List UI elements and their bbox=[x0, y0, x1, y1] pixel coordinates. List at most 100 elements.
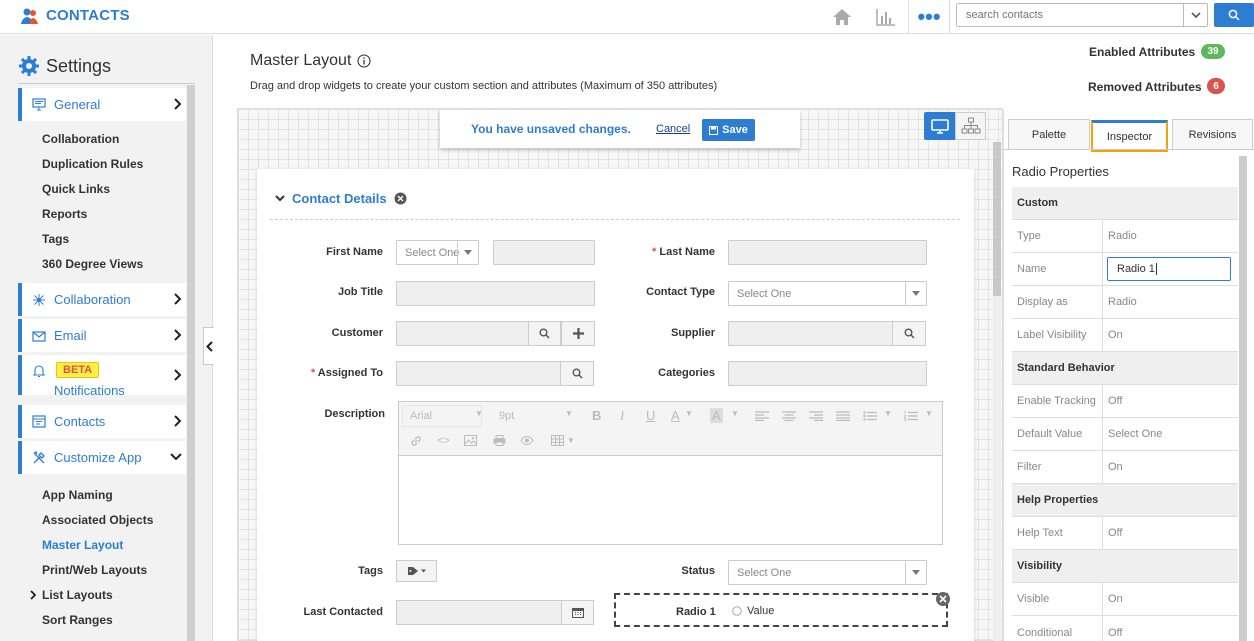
bold-icon[interactable]: B bbox=[592, 408, 601, 423]
code-icon[interactable]: <> bbox=[437, 435, 450, 447]
tags-dropdown-button[interactable] bbox=[396, 560, 437, 582]
underline-icon[interactable]: U bbox=[646, 408, 655, 423]
removed-attributes-label[interactable]: Removed Attributes bbox=[1088, 80, 1202, 94]
customer-add-button[interactable] bbox=[561, 321, 595, 346]
remove-widget-icon[interactable] bbox=[936, 592, 950, 606]
table-icon[interactable] bbox=[551, 435, 564, 446]
date-picker-button[interactable] bbox=[561, 600, 594, 625]
sidebar-sub-reports[interactable]: Reports bbox=[42, 207, 87, 221]
numbered-list-dropdown-icon[interactable]: ▼ bbox=[925, 409, 933, 418]
supplier-search-button[interactable] bbox=[892, 321, 926, 346]
prop-row-name[interactable]: Name Radio 1 bbox=[1012, 253, 1238, 286]
search-dropdown-icon[interactable] bbox=[1183, 4, 1207, 26]
sidebar-item-notifications[interactable]: BETA Notifications bbox=[18, 355, 186, 398]
font-family-dropdown-icon[interactable]: ▼ bbox=[475, 409, 483, 418]
align-right-icon[interactable] bbox=[809, 411, 823, 421]
supplier-input[interactable] bbox=[728, 321, 893, 346]
categories-input[interactable] bbox=[728, 361, 927, 386]
app-title[interactable]: CONTACTS bbox=[46, 7, 130, 24]
desktop-view-button[interactable] bbox=[924, 112, 955, 140]
sidebar-collapse-button[interactable] bbox=[203, 327, 214, 365]
sidebar-sub-app-naming[interactable]: App Naming bbox=[42, 488, 113, 502]
name-input[interactable]: Radio 1 bbox=[1107, 257, 1231, 281]
numbered-list-icon[interactable] bbox=[904, 411, 918, 421]
sidebar-sub-associated-objects[interactable]: Associated Objects bbox=[42, 513, 153, 527]
sidebar-sub-master-layout[interactable]: Master Layout bbox=[42, 538, 123, 552]
table-dropdown-icon[interactable]: ▼ bbox=[567, 436, 575, 445]
save-button[interactable]: Save bbox=[702, 119, 755, 141]
print-icon[interactable] bbox=[493, 435, 506, 446]
sidebar-sub-collaboration[interactable]: Collaboration bbox=[42, 132, 119, 146]
image-icon[interactable] bbox=[464, 435, 477, 446]
last-contacted-input[interactable] bbox=[396, 600, 562, 625]
customer-search-button[interactable] bbox=[528, 321, 561, 346]
prop-row-filter[interactable]: Filter On bbox=[1012, 451, 1238, 484]
sidebar-sub-list-layouts[interactable]: List Layouts bbox=[42, 588, 113, 602]
sidebar-sub-sort-ranges[interactable]: Sort Ranges bbox=[42, 613, 113, 627]
preview-eye-icon[interactable] bbox=[520, 436, 534, 445]
tab-palette[interactable]: Palette bbox=[1008, 119, 1090, 149]
align-justify-icon[interactable] bbox=[836, 411, 850, 421]
customer-input[interactable] bbox=[396, 321, 529, 346]
sidebar-item-contacts[interactable]: Contacts bbox=[18, 405, 186, 438]
highlight-color-icon[interactable]: A bbox=[710, 408, 723, 423]
bullet-list-dropdown-icon[interactable]: ▼ bbox=[884, 409, 892, 418]
radio-option[interactable]: Value bbox=[732, 605, 774, 617]
sidebar-item-general[interactable]: General bbox=[18, 88, 186, 121]
font-family-select[interactable]: Arial bbox=[410, 410, 432, 422]
text-color-icon[interactable]: A bbox=[671, 408, 680, 423]
prop-row-label-visibility[interactable]: Label Visibility On bbox=[1012, 319, 1238, 352]
first-name-salutation-select[interactable]: Select One bbox=[396, 240, 479, 265]
prop-row-display-as[interactable]: Display as Radio bbox=[1012, 286, 1238, 319]
panel-scrollbar[interactable] bbox=[1239, 156, 1247, 641]
font-size-select[interactable]: 9pt bbox=[499, 410, 514, 422]
contact-type-select[interactable]: Select One bbox=[728, 281, 927, 306]
text-color-dropdown-icon[interactable]: ▼ bbox=[685, 409, 693, 418]
sidebar-sub-tags[interactable]: Tags bbox=[42, 232, 69, 246]
assigned-to-search-button[interactable] bbox=[560, 361, 594, 386]
remove-section-icon[interactable] bbox=[394, 192, 407, 205]
canvas-scrollbar-thumb[interactable] bbox=[993, 142, 1001, 296]
home-icon[interactable] bbox=[822, 0, 862, 34]
tab-inspector[interactable]: Inspector bbox=[1091, 120, 1168, 152]
sidebar-sub-360-views[interactable]: 360 Degree Views bbox=[42, 257, 143, 271]
job-title-input[interactable] bbox=[396, 281, 595, 306]
enabled-count-badge[interactable]: 39 bbox=[1201, 44, 1225, 59]
assigned-to-input[interactable] bbox=[396, 361, 561, 386]
search-input[interactable] bbox=[957, 4, 1183, 26]
sidebar-sub-duplication-rules[interactable]: Duplication Rules bbox=[42, 157, 143, 171]
first-name-input[interactable] bbox=[493, 240, 595, 265]
last-name-input[interactable] bbox=[728, 240, 927, 265]
prop-row-visible[interactable]: Visible On bbox=[1012, 583, 1238, 616]
bullet-list-icon[interactable] bbox=[863, 411, 877, 421]
enabled-attributes-label[interactable]: Enabled Attributes bbox=[1089, 45, 1195, 59]
link-icon[interactable] bbox=[410, 435, 422, 447]
prop-row-conditional[interactable]: Conditional Off bbox=[1012, 616, 1238, 641]
description-rich-text-editor[interactable]: Arial ▼ 9pt ▼ B I U A ▼ A ▼ ▼ ▼ <> ▼ bbox=[398, 401, 943, 545]
align-center-icon[interactable] bbox=[782, 411, 796, 421]
removed-count-badge[interactable]: 6 bbox=[1207, 78, 1225, 94]
status-select[interactable]: Select One bbox=[728, 560, 927, 585]
highlight-dropdown-icon[interactable]: ▼ bbox=[731, 409, 739, 418]
sidebar-scrollbar[interactable] bbox=[187, 85, 195, 641]
radio-widget-selected[interactable]: Radio 1 Value bbox=[614, 593, 948, 627]
search-button[interactable] bbox=[1214, 3, 1254, 27]
prop-row-enable-tracking[interactable]: Enable Tracking Off bbox=[1012, 385, 1238, 418]
prop-row-type[interactable]: Type Radio bbox=[1012, 220, 1238, 253]
tab-revisions[interactable]: Revisions bbox=[1172, 119, 1253, 149]
sidebar-item-collaboration[interactable]: Collaboration bbox=[18, 283, 186, 316]
sidebar-sub-print-web-layouts[interactable]: Print/Web Layouts bbox=[42, 563, 147, 577]
prop-row-default-value[interactable]: Default Value Select One bbox=[1012, 418, 1238, 451]
italic-icon[interactable]: I bbox=[620, 408, 624, 424]
info-icon[interactable] bbox=[357, 54, 371, 68]
cancel-link[interactable]: Cancel bbox=[656, 123, 690, 135]
reports-chart-icon[interactable] bbox=[866, 0, 906, 34]
hierarchy-view-button[interactable] bbox=[955, 112, 986, 140]
sidebar-sub-quick-links[interactable]: Quick Links bbox=[42, 182, 110, 196]
sidebar-item-email[interactable]: Email bbox=[18, 319, 186, 352]
sidebar-item-customize-app[interactable]: Customize App bbox=[18, 441, 186, 474]
align-left-icon[interactable] bbox=[755, 411, 769, 421]
font-size-dropdown-icon[interactable]: ▼ bbox=[565, 409, 573, 418]
more-menu-icon[interactable]: ••• bbox=[908, 0, 950, 34]
prop-row-help-text[interactable]: Help Text Off bbox=[1012, 517, 1238, 550]
